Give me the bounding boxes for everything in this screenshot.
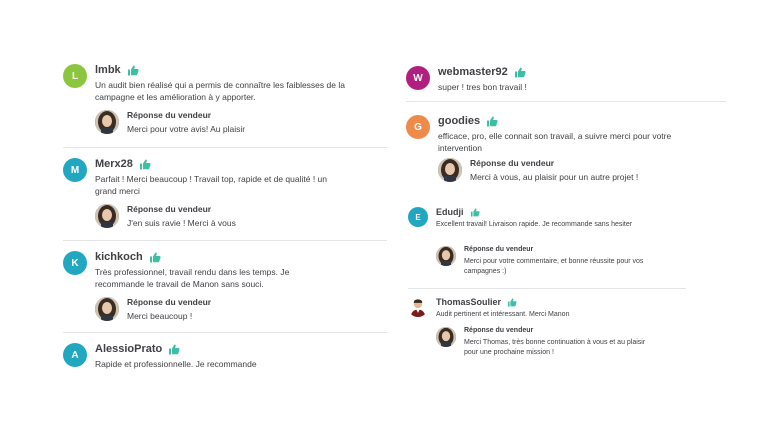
reviewer-name[interactable]: Edudji (436, 207, 480, 217)
user-photo-icon (408, 297, 428, 317)
review-text: Un audit bien réalisé qui a permis de co… (95, 80, 345, 102)
avatar[interactable]: A (63, 343, 87, 367)
avatar[interactable] (408, 297, 428, 317)
thumbs-up-icon (487, 116, 498, 126)
reply-text: Merci pour votre avis! Au plaisir (127, 124, 246, 134)
review-text: Rapide et professionnelle. Je recommande (95, 359, 257, 369)
seller-reply: Réponse du vendeur Merci à vous, au plai… (438, 158, 698, 184)
seller-avatar (436, 327, 456, 347)
reviewer-name[interactable]: goodies (438, 115, 498, 127)
divider (406, 101, 726, 102)
reviewer-name[interactable]: lmbk (95, 64, 139, 76)
reply-title: Réponse du vendeur (464, 246, 534, 253)
reply-title: Réponse du vendeur (127, 110, 212, 120)
seller-avatar (438, 158, 462, 182)
thumbs-up-icon (507, 297, 517, 307)
avatar[interactable]: M (63, 158, 87, 182)
avatar[interactable]: G (406, 115, 430, 139)
reply-text: Merci pour votre commentaire, et bonne r… (464, 258, 644, 275)
thumbs-up-icon (514, 67, 526, 77)
reply-text: Merci à vous, au plaisir pour un autre p… (470, 172, 639, 182)
review-text: Très professionnel, travail rendu dans l… (95, 267, 290, 289)
seller-avatar (95, 110, 119, 134)
reviewer-name[interactable]: AlessioPrato (95, 343, 180, 355)
reply-title: Réponse du vendeur (127, 204, 212, 214)
reviewer-name[interactable]: webmaster92 (438, 66, 526, 78)
reply-title: Réponse du vendeur (127, 297, 212, 307)
review-text: Parfait ! Merci beaucoup ! Travail top, … (95, 174, 327, 196)
thumbs-up-icon (127, 65, 139, 75)
reviewer-name[interactable]: ThomasSoulier (436, 297, 517, 307)
divider (63, 332, 387, 333)
reply-text: Merci beaucoup ! (127, 311, 193, 321)
review-text: efficace, pro, elle connait son travail,… (438, 131, 672, 153)
review-text: Excellent travail! Livraison rapide. Je … (436, 221, 633, 228)
reviewer-name[interactable]: Merx28 (95, 158, 151, 170)
thumbs-up-icon (139, 159, 151, 169)
reply-title: Réponse du vendeur (464, 327, 534, 334)
avatar[interactable]: W (406, 66, 430, 90)
review-text: Audit pertinent et intéressant. Merci Ma… (436, 311, 570, 318)
review-text: super ! tres bon travail ! (438, 82, 527, 92)
divider (63, 240, 387, 241)
avatar[interactable]: L (63, 64, 87, 88)
reviewer-name[interactable]: kichkoch (95, 251, 161, 263)
seller-reply: Réponse du vendeur J'en suis ravie ! Mer… (95, 204, 335, 230)
seller-reply: Réponse du vendeur Merci pour votre comm… (436, 246, 676, 278)
reply-text: J'en suis ravie ! Merci à vous (127, 218, 236, 228)
seller-avatar (436, 246, 456, 266)
seller-reply: Réponse du vendeur Merci Thomas, très bo… (436, 327, 676, 359)
avatar[interactable]: E (408, 207, 428, 227)
divider (408, 288, 686, 289)
seller-avatar (95, 297, 119, 321)
reply-text: Merci Thomas, très bonne continuation à … (464, 339, 646, 356)
seller-reply: Réponse du vendeur Merci pour votre avis… (95, 110, 335, 136)
thumbs-up-icon (470, 207, 480, 217)
seller-reply: Réponse du vendeur Merci beaucoup ! (95, 297, 335, 323)
avatar[interactable]: K (63, 251, 87, 275)
reply-title: Réponse du vendeur (470, 158, 555, 168)
seller-avatar (95, 204, 119, 228)
thumbs-up-icon (169, 344, 180, 354)
divider (63, 147, 387, 148)
thumbs-up-icon (149, 252, 161, 262)
